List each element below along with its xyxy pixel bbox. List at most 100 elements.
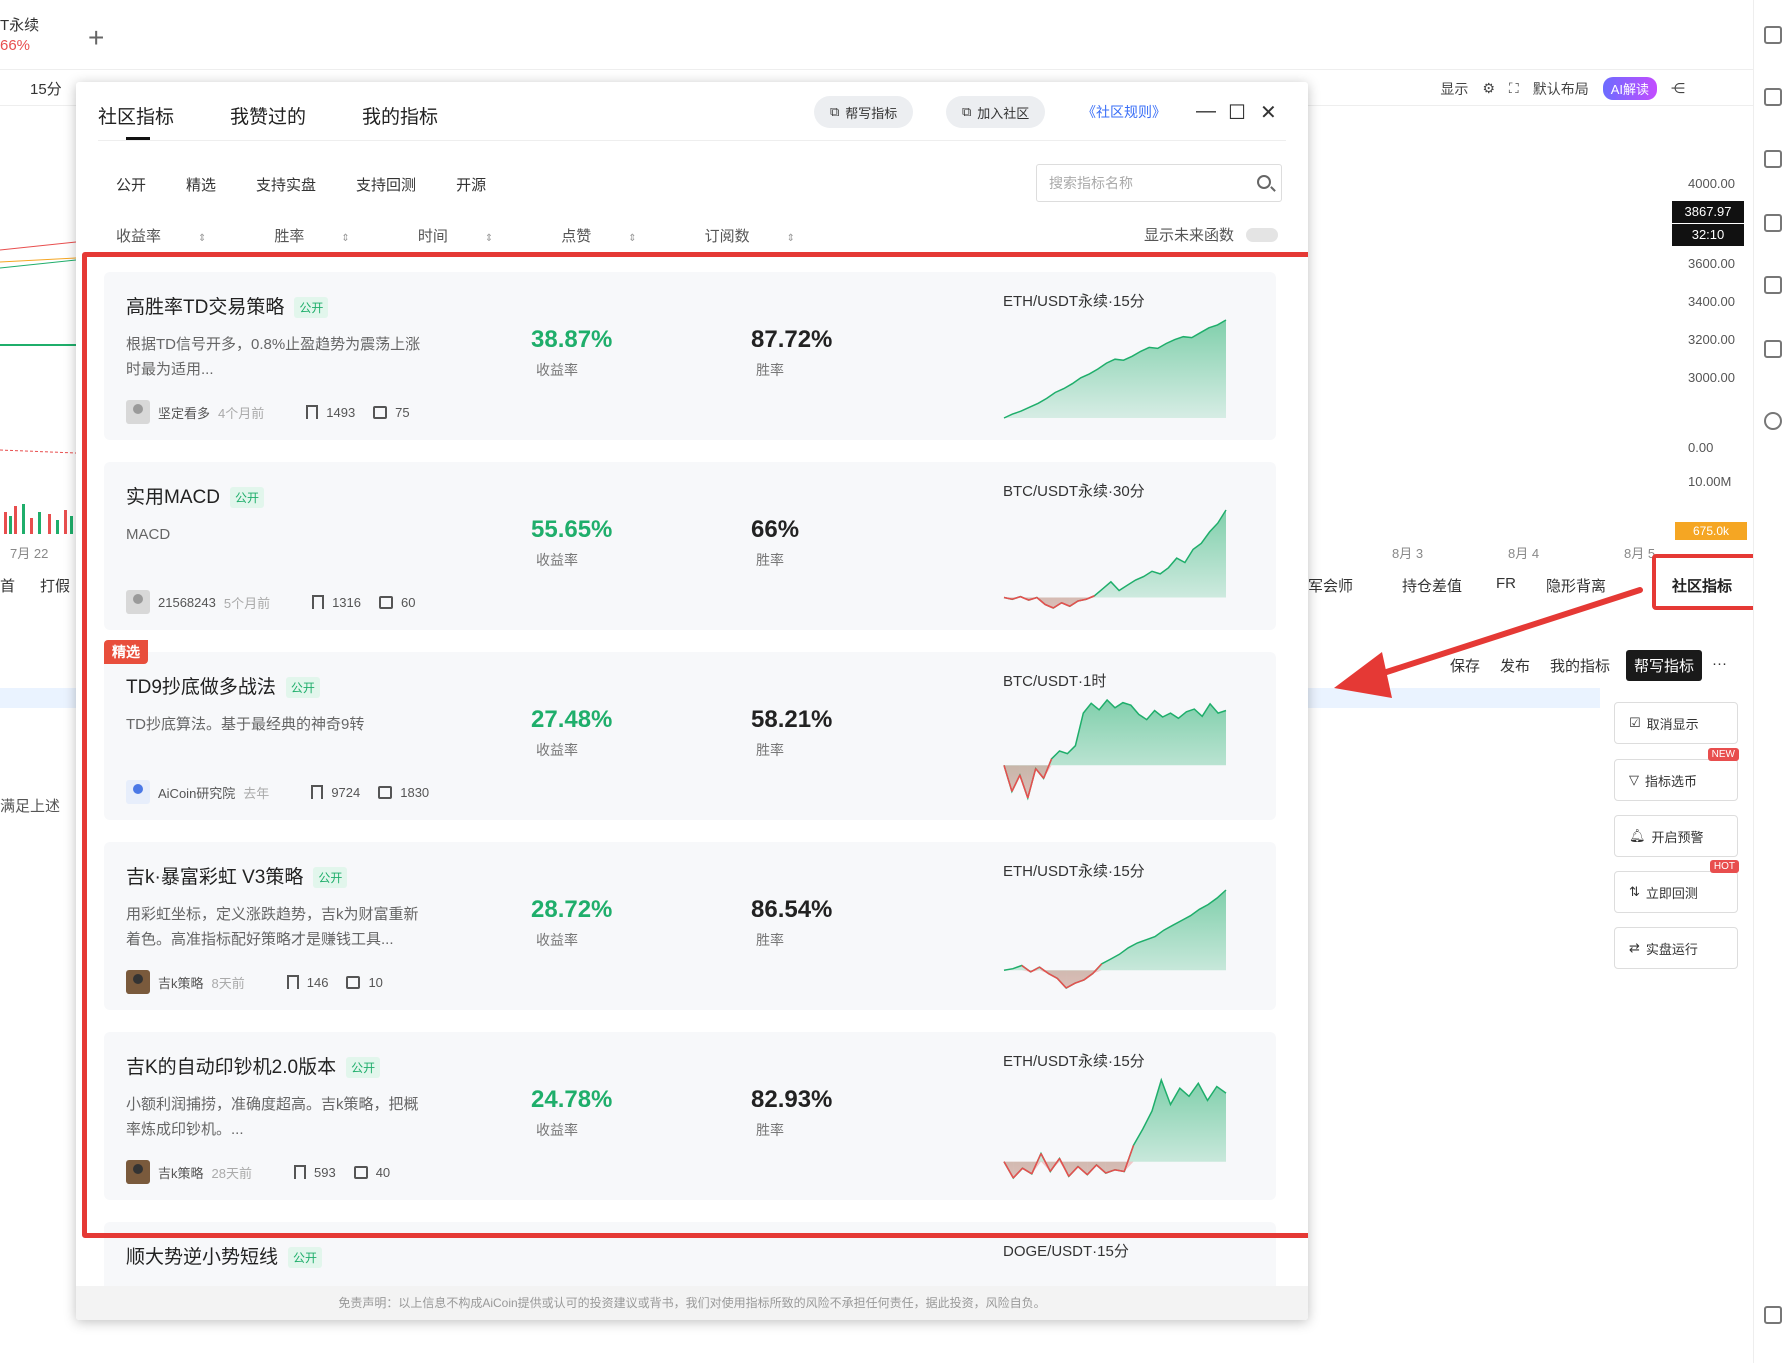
tab-my-indicators[interactable]: 我的指标 xyxy=(362,102,438,129)
author-name[interactable]: 吉k策略 xyxy=(158,973,204,992)
filter-live[interactable]: 支持实盘 xyxy=(256,174,316,195)
sort-time[interactable]: 时间 ⇕ xyxy=(418,225,527,246)
indicator-title[interactable]: 高胜率TD交易策略 公开 xyxy=(126,292,329,319)
bookmark-icon[interactable] xyxy=(286,975,299,989)
sort-return[interactable]: 收益率 ⇕ xyxy=(116,225,240,246)
author-name[interactable]: 21568243 xyxy=(158,595,216,610)
like-icon[interactable] xyxy=(378,785,393,799)
indicator-title[interactable]: 实用MACD 公开 xyxy=(126,482,264,509)
sort-likes[interactable]: 点赞 ⇕ xyxy=(561,225,670,246)
indicator-tab[interactable]: 持仓差值 xyxy=(1402,575,1462,596)
winrate-label: 胜率 xyxy=(756,1122,784,1138)
price-level: 3200.00 xyxy=(1688,332,1735,347)
bookmark-icon[interactable] xyxy=(306,405,319,419)
like-count: 60 xyxy=(401,594,416,610)
winrate-value: 58.21% xyxy=(751,706,833,733)
ai-read-button[interactable]: AI解读 xyxy=(1602,77,1657,100)
filter-icon: ▽ xyxy=(1629,772,1639,787)
sort-winrate[interactable]: 胜率 ⇕ xyxy=(274,225,383,246)
filter-featured[interactable]: 精选 xyxy=(186,174,216,195)
equity-curve-chart xyxy=(1003,1077,1227,1180)
list-icon[interactable] xyxy=(1764,26,1782,44)
search-input[interactable]: 搜索指标名称 xyxy=(1036,164,1282,202)
cancel-display-button[interactable]: ☑ 取消显示 xyxy=(1614,702,1738,744)
indicator-tab[interactable]: 打假 xyxy=(40,575,70,596)
indicator-card[interactable]: 吉k·暴富彩虹 V3策略 公开 ETH/USDT永续·15分 用彩虹坐标，定义涨跌趋势… xyxy=(104,842,1276,1010)
like-icon[interactable] xyxy=(379,595,393,609)
future-function-toggle[interactable] xyxy=(1246,228,1278,242)
close-icon[interactable]: ✕ xyxy=(1260,100,1277,125)
avatar[interactable] xyxy=(126,970,150,994)
search-icon[interactable] xyxy=(1257,175,1271,189)
avatar[interactable] xyxy=(126,400,150,424)
minimize-icon[interactable]: — xyxy=(1196,100,1216,123)
exchange-icon[interactable] xyxy=(1764,412,1782,430)
sort-subscriptions[interactable]: 订阅数 ⇕ xyxy=(705,225,829,246)
indicator-card[interactable]: 吉K的自动印钞机2.0版本 公开 ETH/USDT永续·15分小额利润捕捞，准确度超… xyxy=(104,1032,1276,1200)
save-button[interactable]: 保存 xyxy=(1450,655,1480,676)
interval-15m[interactable]: 15分 xyxy=(30,78,62,99)
like-icon[interactable] xyxy=(353,1165,368,1179)
display-button[interactable]: 显示 xyxy=(1440,79,1468,99)
indicator-card[interactable]: 精选 TD9抄底做多战法 公开 BTC/USDT·1时 TD抄底算法。基于最经典的神奇9… xyxy=(104,640,1276,820)
equity-area xyxy=(1004,510,1226,608)
indicator-description: 小额利润捕捞，准确度超高。吉k策略，把概率炼成印钞机。... xyxy=(126,1096,419,1138)
indicator-tab[interactable]: 隐形背离 xyxy=(1546,575,1606,596)
stats-icon[interactable] xyxy=(1764,276,1782,294)
community-rules-link[interactable]: 《社区规则》 xyxy=(1082,102,1166,122)
publish-button[interactable]: 发布 xyxy=(1500,655,1530,676)
gear-icon[interactable]: ⚙ xyxy=(1482,80,1495,97)
like-icon[interactable] xyxy=(346,975,361,989)
my-indicators-button[interactable]: 我的指标 xyxy=(1550,655,1610,676)
indicator-coin-select-button[interactable]: ▽ 指标选币 NEW xyxy=(1614,748,1739,801)
avatar[interactable] xyxy=(126,590,150,614)
trading-pair: ETH/USDT永续·15分 xyxy=(1003,1053,1145,1070)
like-icon[interactable] xyxy=(373,405,388,419)
document-icon[interactable] xyxy=(1764,88,1782,106)
bookmark-icon[interactable] xyxy=(311,785,324,799)
indicator-tab[interactable]: FR xyxy=(1496,575,1516,592)
bookmark-icon[interactable] xyxy=(293,1165,306,1179)
filter-public[interactable]: 公开 xyxy=(116,174,146,195)
indicator-tab[interactable]: 首 xyxy=(0,575,15,596)
help-write-indicator-button[interactable]: ⧉ 帮写指标 xyxy=(814,96,914,128)
join-community-button[interactable]: ⧉ 加入社区 xyxy=(946,96,1046,128)
copy-icon: ⧉ xyxy=(962,104,972,119)
fullscreen-icon[interactable]: ⛶ xyxy=(1509,80,1519,97)
more-icon[interactable]: ··· xyxy=(1712,655,1727,672)
maximize-icon[interactable]: ☐ xyxy=(1228,100,1246,125)
filter-backtest[interactable]: 支持回测 xyxy=(356,174,416,195)
indicator-title[interactable]: 顺大势逆小势短线 公开 xyxy=(126,1242,323,1269)
bookmark-count: 1316 xyxy=(332,594,361,610)
dollar-icon[interactable] xyxy=(1764,150,1782,168)
tab-community-indicators[interactable]: 社区指标 xyxy=(98,102,174,129)
indicator-title[interactable]: TD9抄底做多战法 公开 xyxy=(126,672,320,699)
indicator-tab[interactable]: 军会师 xyxy=(1308,575,1353,596)
tab-community-indicators[interactable]: 社区指标 xyxy=(1672,575,1732,596)
help-write-indicator-button[interactable]: 帮写指标 xyxy=(1626,650,1703,681)
enable-alert-button[interactable]: 🔔︎ 开启预警 xyxy=(1614,815,1738,857)
live-run-button[interactable]: ⇄ 实盘运行 xyxy=(1614,927,1738,969)
indicator-card[interactable]: 高胜率TD交易策略 公开 ETH/USDT永续·15分 根据TD信号开多，0.8%止盈… xyxy=(104,272,1276,440)
market-tab[interactable]: T永续 66% xyxy=(0,14,39,54)
layout-button[interactable]: 默认布局 xyxy=(1533,79,1589,99)
bookmark-icon[interactable] xyxy=(312,595,325,609)
backtest-button[interactable]: ⇅ 立即回测 HOT xyxy=(1614,860,1739,913)
avatar[interactable] xyxy=(126,1160,150,1184)
author-name[interactable]: 吉k策略 xyxy=(158,1163,204,1182)
indicator-title[interactable]: 吉K的自动印钞机2.0版本 公开 xyxy=(126,1052,381,1079)
author-name[interactable]: 坚定看多 xyxy=(158,403,210,422)
indicator-title[interactable]: 吉k·暴富彩虹 V3策略 公开 xyxy=(126,862,348,889)
add-tab-icon[interactable]: + xyxy=(88,22,104,54)
tab-liked[interactable]: 我赞过的 xyxy=(230,102,306,129)
winrate-label: 胜率 xyxy=(756,362,784,378)
calculator-icon[interactable] xyxy=(1764,340,1782,358)
indicator-card[interactable]: 实用MACD 公开 BTC/USDT永续·30分 MACD 55.65% 收益率 66% 胜率… xyxy=(104,462,1276,630)
filter-open-source[interactable]: 开源 xyxy=(456,174,486,195)
chart-icon[interactable] xyxy=(1764,214,1782,232)
layout-icon[interactable] xyxy=(1764,1306,1782,1324)
last-price-tag: 3867.97 xyxy=(1672,201,1744,223)
author-name[interactable]: AiCoin研究院 xyxy=(158,783,235,802)
share-icon[interactable]: ⋲ xyxy=(1671,80,1685,97)
avatar[interactable] xyxy=(126,780,150,804)
